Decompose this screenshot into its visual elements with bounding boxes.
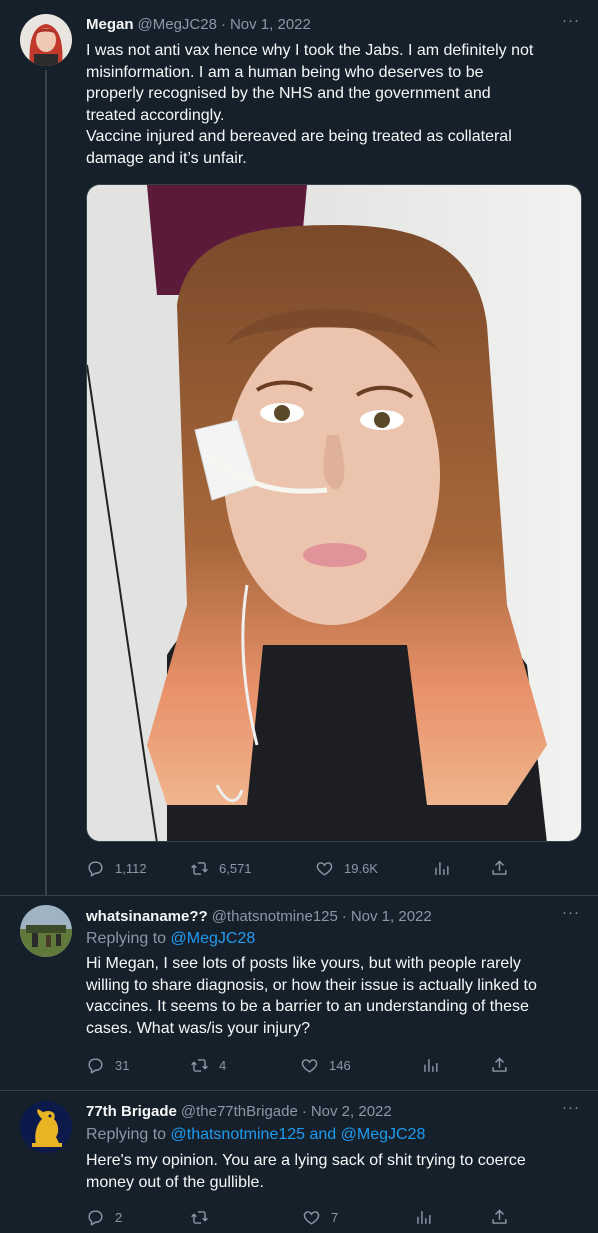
author-handle[interactable]: @the77thBrigade bbox=[181, 1103, 298, 1120]
tweet-header: 77th Brigade @the77thBrigade · Nov 2, 20… bbox=[86, 1101, 392, 1121]
views-icon bbox=[424, 1058, 438, 1072]
views-icon bbox=[435, 861, 449, 875]
text-line: I was not anti vax hence why I took the … bbox=[86, 42, 534, 59]
views-button[interactable] bbox=[421, 1055, 450, 1075]
mention-link[interactable]: @MegJC28 bbox=[171, 930, 256, 947]
like-icon bbox=[303, 1210, 320, 1225]
text-line: cases. What was/is your injury? bbox=[86, 1019, 311, 1037]
tweet-text: I was not anti vax hence why I took the … bbox=[86, 40, 582, 169]
like-button[interactable]: 146 bbox=[300, 1055, 351, 1075]
like-count: 19.6K bbox=[344, 860, 378, 876]
share-icon bbox=[492, 1056, 507, 1072]
tweet-whatsinaname[interactable]: whatsinaname?? @thatsnotmine125 · Nov 1,… bbox=[0, 895, 598, 1095]
text-line: treated accordingly. bbox=[86, 106, 225, 124]
separator: · bbox=[341, 907, 347, 925]
like-count: 7 bbox=[331, 1209, 339, 1225]
text-line: money out of the gullible. bbox=[86, 1173, 264, 1191]
tweet-date[interactable]: Nov 2, 2022 bbox=[311, 1103, 392, 1120]
separator: · bbox=[220, 15, 226, 33]
text-line: properly recognised by the NHS and the g… bbox=[86, 85, 491, 102]
reply-icon bbox=[88, 1057, 103, 1074]
like-icon bbox=[301, 1058, 318, 1073]
reply-button[interactable]: 31 bbox=[86, 1055, 129, 1075]
author-name[interactable]: Megan bbox=[86, 16, 134, 33]
text-line: misinformation. I am a human being who d… bbox=[86, 63, 484, 81]
text-line: Here's my opinion. You are a lying sack … bbox=[86, 1152, 526, 1169]
tweet-text: Hi Megan, I see lots of posts like yours… bbox=[86, 953, 582, 1039]
retweet-icon bbox=[191, 1210, 208, 1224]
mention-link[interactable]: @thatsnotmine125 and @MegJC28 bbox=[171, 1126, 426, 1143]
retweet-count: 6,571 bbox=[219, 860, 252, 876]
retweet-button[interactable]: 4 bbox=[190, 1055, 226, 1075]
tweet-header: whatsinaname?? @thatsnotmine125 · Nov 1,… bbox=[86, 906, 432, 926]
like-count: 146 bbox=[329, 1057, 351, 1073]
action-bar: 1,112 6,571 19.6K bbox=[86, 858, 516, 878]
replying-label: Replying to bbox=[86, 1126, 167, 1143]
reply-count: 1,112 bbox=[115, 860, 147, 876]
reply-count: 2 bbox=[115, 1209, 123, 1225]
tweet-header: Megan @MegJC28 · Nov 1, 2022 bbox=[86, 14, 311, 34]
like-button[interactable]: 19.6K bbox=[315, 858, 378, 878]
views-button[interactable] bbox=[432, 858, 461, 878]
avatar-whatsinaname[interactable] bbox=[20, 905, 72, 957]
replying-to: Replying to @thatsnotmine125 and @MegJC2… bbox=[86, 1126, 425, 1144]
text-line: willing to share diagnosis, or how their… bbox=[86, 976, 537, 994]
tweet-text: Here's my opinion. You are a lying sack … bbox=[86, 1150, 582, 1193]
retweet-button[interactable] bbox=[190, 1207, 219, 1227]
reply-icon bbox=[88, 860, 103, 877]
avatar-megan[interactable] bbox=[20, 14, 72, 66]
more-icon[interactable]: ··· bbox=[560, 905, 582, 926]
text-line: Vaccine injured and bereaved are being t… bbox=[86, 128, 512, 145]
thread-connector bbox=[45, 70, 47, 895]
tweet-date[interactable]: Nov 1, 2022 bbox=[351, 908, 432, 925]
replying-to: Replying to @MegJC28 bbox=[86, 930, 255, 948]
share-icon bbox=[492, 859, 507, 875]
text-line: damage and it’s unfair. bbox=[86, 149, 247, 167]
views-icon bbox=[417, 1210, 431, 1224]
like-button[interactable]: 7 bbox=[302, 1207, 338, 1227]
author-name[interactable]: 77th Brigade bbox=[86, 1103, 177, 1120]
text-line: Hi Megan, I see lots of posts like yours… bbox=[86, 955, 521, 972]
replying-label: Replying to bbox=[86, 930, 167, 947]
retweet-button[interactable]: 6,571 bbox=[190, 858, 252, 878]
reply-count: 31 bbox=[115, 1057, 130, 1073]
action-bar: 31 4 146 bbox=[86, 1055, 516, 1075]
share-button[interactable] bbox=[490, 1207, 519, 1227]
retweet-count: 4 bbox=[219, 1057, 227, 1073]
like-icon bbox=[316, 861, 333, 876]
retweet-icon bbox=[191, 861, 208, 875]
author-handle[interactable]: @thatsnotmine125 bbox=[212, 908, 338, 925]
separator: · bbox=[301, 1102, 307, 1120]
tweet-date[interactable]: Nov 1, 2022 bbox=[230, 16, 311, 33]
author-handle[interactable]: @MegJC28 bbox=[138, 16, 217, 33]
avatar-77th-brigade[interactable] bbox=[20, 1101, 72, 1153]
text-line: vaccines. It seems to be a barrier to an… bbox=[86, 998, 529, 1015]
action-bar: 2 7 bbox=[86, 1207, 516, 1227]
more-icon[interactable]: ··· bbox=[560, 13, 582, 34]
more-icon[interactable]: ··· bbox=[560, 1100, 582, 1121]
retweet-icon bbox=[191, 1058, 208, 1072]
reply-button[interactable]: 1,112 bbox=[86, 858, 147, 878]
tweet-photo[interactable] bbox=[86, 184, 582, 842]
tweet-77th-brigade[interactable]: 77th Brigade @the77thBrigade · Nov 2, 20… bbox=[0, 1090, 598, 1233]
share-icon bbox=[492, 1208, 507, 1224]
author-name[interactable]: whatsinaname?? bbox=[86, 908, 208, 925]
share-button[interactable] bbox=[490, 858, 519, 878]
views-button[interactable] bbox=[414, 1207, 443, 1227]
reply-icon bbox=[88, 1209, 103, 1226]
share-button[interactable] bbox=[490, 1055, 519, 1075]
tweet-megan[interactable]: Megan @MegJC28 · Nov 1, 2022 ··· I was n… bbox=[0, 0, 598, 895]
reply-button[interactable]: 2 bbox=[86, 1207, 122, 1227]
